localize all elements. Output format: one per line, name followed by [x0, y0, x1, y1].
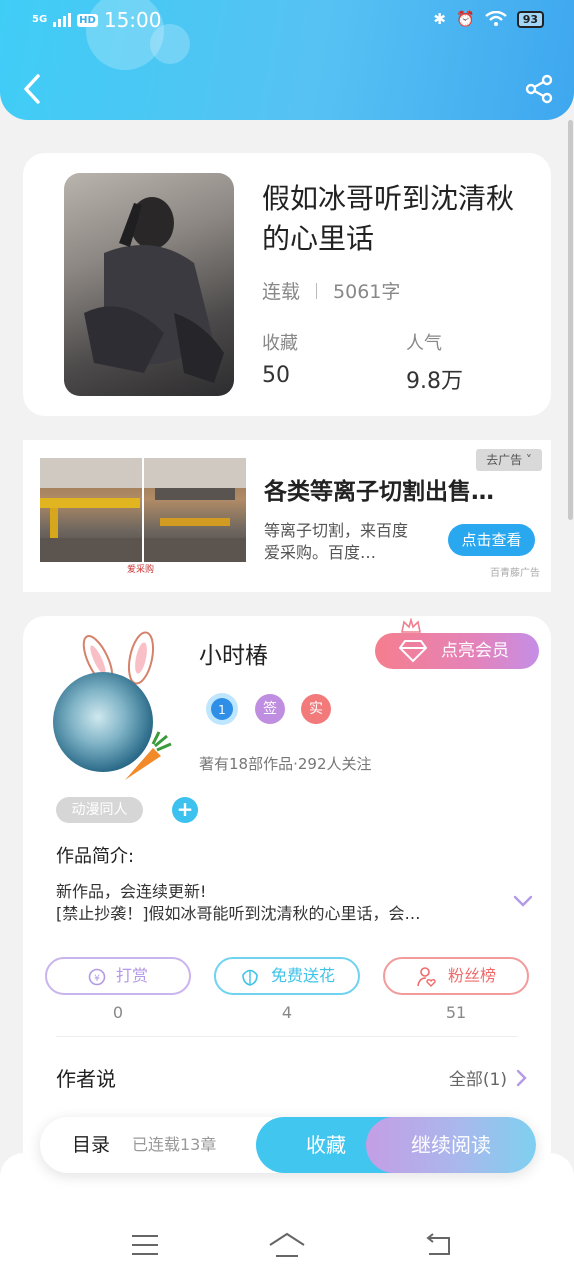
fan-count: 51: [445, 1003, 467, 1022]
author-name[interactable]: 小时椿: [199, 636, 268, 670]
coin-icon: ¥: [88, 968, 106, 985]
popularity-label: 人气: [406, 333, 442, 354]
remove-ad-button[interactable]: 去广告 ˅: [476, 449, 542, 471]
status-bar: 5G HD 15:00 ✱ ⏰ 93: [0, 8, 574, 36]
home-icon[interactable]: [268, 1232, 306, 1258]
send-flower-button[interactable]: 免费送花: [214, 957, 360, 995]
author-says-title: 作者说: [56, 1067, 116, 1091]
svg-text:¥: ¥: [94, 974, 100, 984]
hd-badge: HD: [77, 13, 98, 27]
menu-icon[interactable]: [130, 1232, 160, 1258]
intro-line: 新作品，会连续更新!: [56, 882, 207, 901]
alarm-icon: ⏰: [456, 10, 475, 28]
book-meta: 连载 5061字: [262, 277, 400, 304]
flower-count: 4: [281, 1003, 293, 1022]
author-avatar[interactable]: [53, 631, 173, 780]
ad-title[interactable]: 各类等离子切割出售…: [264, 472, 494, 506]
ad-source: 百青藤广告: [490, 568, 540, 579]
diamond-icon: [399, 640, 427, 663]
svg-text:1: 1: [218, 703, 226, 717]
all-link-label: 全部(1): [448, 1070, 507, 1090]
tip-count: 0: [112, 1003, 124, 1022]
flower-icon: [242, 969, 258, 986]
chevron-down-icon[interactable]: [513, 894, 533, 908]
ad-logo: 爱采购: [127, 565, 155, 575]
bluetooth-icon: ✱: [433, 10, 446, 28]
favorites-label: 收藏: [262, 333, 298, 354]
favorites-value: 50: [262, 363, 290, 388]
fan-ranking-label: 粉丝榜: [447, 966, 496, 985]
ad-description: 等离子切割，来百度爱采购。百度…: [264, 521, 409, 562]
remove-ad-label: 去广告: [486, 453, 523, 467]
bottom-action-bar: 目录 已连载13章 收藏 继续阅读: [40, 1117, 536, 1173]
intro-title: 作品简介:: [56, 846, 135, 867]
back-icon[interactable]: [423, 1232, 453, 1258]
intro-line: [禁止抄袭！]假如冰哥能听到沈清秋的心里话，会…: [56, 904, 421, 923]
ad-image-divider: [142, 458, 144, 562]
status-time: 15:00: [103, 8, 162, 32]
cover-illustration: [84, 197, 224, 383]
book-info-card: 假如冰哥听到沈清秋的心里话 连载 5061字 收藏 50 人气 9.8万: [23, 153, 551, 416]
ad-view-button[interactable]: 点击查看: [448, 524, 535, 556]
continue-reading-button[interactable]: 继续阅读: [366, 1117, 536, 1173]
divider: [56, 1036, 518, 1037]
vip-button[interactable]: 点亮会员: [375, 633, 539, 669]
book-title: 假如冰哥听到沈清秋的心里话: [262, 182, 515, 255]
add-tag-button[interactable]: +: [172, 797, 198, 823]
wifi-icon: [484, 11, 507, 26]
scrollbar[interactable]: [568, 120, 573, 520]
chevron-right-icon: [516, 1069, 527, 1086]
author-stats: 著有18部作品·292人关注: [199, 755, 372, 773]
author-says-all-link[interactable]: 全部(1): [449, 1065, 527, 1090]
category-tag[interactable]: 动漫同人: [56, 797, 143, 823]
chevron-left-icon[interactable]: [18, 72, 48, 106]
battery-indicator: 93: [516, 10, 544, 28]
badge-signed[interactable]: 签: [255, 694, 285, 724]
author-card: 小时椿 点亮会员 1 签 实 著有18部作品·292人关注 动漫同人 + 作品简…: [23, 616, 551, 1176]
network-label: 5G: [32, 14, 48, 25]
tip-button[interactable]: ¥ 打赏: [45, 957, 191, 995]
divider: [316, 282, 318, 299]
share-icon[interactable]: [524, 74, 554, 104]
vip-button-label: 点亮会员: [441, 641, 509, 661]
crown-icon: [401, 618, 421, 633]
fan-ranking-button[interactable]: 粉丝榜: [383, 957, 529, 995]
book-status: 连载: [262, 281, 301, 303]
tip-label: 打赏: [115, 966, 148, 985]
badge-verified[interactable]: 实: [301, 694, 331, 724]
send-flower-label: 免费送花: [270, 966, 335, 985]
header: 5G HD 15:00 ✱ ⏰ 93: [0, 0, 574, 120]
ad-banner[interactable]: 爱采购 各类等离子切割出售… 等离子切割，来百度爱采购。百度… 点击查看 去广告…: [23, 440, 551, 592]
user-heart-icon: [417, 966, 436, 987]
word-count: 5061字: [333, 281, 401, 303]
popularity-value: 9.8万: [406, 369, 463, 394]
chapter-count: 已连载13章: [132, 1135, 217, 1154]
carrot-icon: [125, 731, 172, 780]
level-medal-icon[interactable]: 1: [204, 691, 240, 727]
toc-button[interactable]: 目录: [72, 1117, 110, 1173]
ad-image[interactable]: [40, 458, 246, 562]
intro-text[interactable]: 新作品，会连续更新! [禁止抄袭！]假如冰哥能听到沈清秋的心里话，会…: [56, 881, 486, 925]
book-cover[interactable]: [64, 173, 234, 396]
signal-icon: [53, 13, 72, 27]
